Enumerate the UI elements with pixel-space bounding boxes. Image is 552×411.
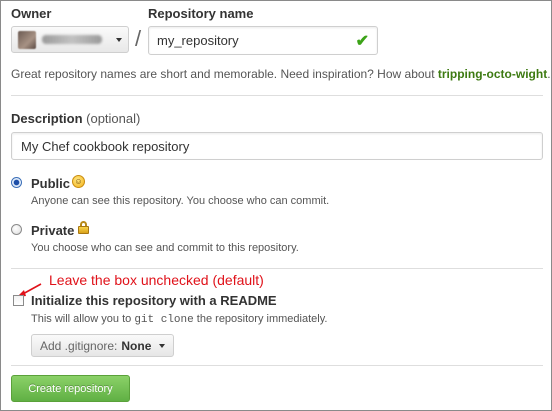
init-readme-label[interactable]: Initialize this repository with a README bbox=[31, 293, 277, 308]
public-radio[interactable] bbox=[11, 177, 22, 188]
init-readme-description: This will allow you to git clone the rep… bbox=[31, 313, 327, 326]
description-value: My Chef cookbook repository bbox=[21, 138, 190, 154]
owner-label: Owner bbox=[11, 6, 52, 21]
init-desc-text: This will allow you to bbox=[31, 313, 135, 325]
repository-name-value: my_repository bbox=[157, 33, 239, 48]
description-label: Description (optional) bbox=[11, 111, 140, 126]
private-description: You choose who can see and commit to thi… bbox=[31, 242, 299, 254]
gitignore-select[interactable]: Add .gitignore: None bbox=[31, 334, 174, 357]
repository-name-input[interactable]: my_repository ✔ bbox=[148, 26, 378, 55]
checkmark-icon: ✔ bbox=[355, 32, 369, 50]
gitignore-prefix: Add .gitignore: bbox=[40, 338, 118, 353]
suggested-name-link[interactable]: tripping-octo-wight bbox=[438, 67, 547, 81]
description-input[interactable]: My Chef cookbook repository bbox=[11, 132, 543, 160]
annotation-text: Leave the box unchecked (default) bbox=[49, 272, 264, 288]
description-label-text: Description bbox=[11, 111, 83, 126]
init-desc-text-end: the repository immediately. bbox=[193, 313, 328, 325]
owner-avatar bbox=[18, 30, 36, 49]
private-label[interactable]: Private bbox=[31, 223, 74, 238]
git-clone-code: git clone bbox=[134, 314, 194, 326]
divider bbox=[11, 95, 543, 96]
lock-icon bbox=[78, 221, 89, 234]
owner-name-redacted bbox=[42, 35, 102, 44]
gitignore-value: None bbox=[121, 338, 152, 353]
private-radio[interactable] bbox=[11, 224, 22, 235]
public-label[interactable]: Public bbox=[31, 176, 70, 191]
repository-name-hint: Great repository names are short and mem… bbox=[11, 67, 551, 81]
divider bbox=[11, 268, 543, 269]
create-repo-form: Owner / Repository name my_repository ✔ … bbox=[0, 0, 552, 411]
create-repository-button[interactable]: Create repository bbox=[11, 375, 130, 402]
divider bbox=[11, 365, 543, 366]
owner-repo-separator: / bbox=[135, 26, 142, 51]
chevron-down-icon bbox=[116, 37, 122, 42]
public-description: Anyone can see this repository. You choo… bbox=[31, 195, 330, 207]
hint-period: . bbox=[547, 67, 551, 81]
smiley-icon: ☺ bbox=[72, 175, 85, 188]
chevron-down-icon bbox=[159, 343, 165, 348]
init-readme-checkbox[interactable] bbox=[13, 295, 24, 306]
repository-name-label: Repository name bbox=[148, 6, 254, 21]
owner-select[interactable] bbox=[11, 26, 129, 53]
hint-text: Great repository names are short and mem… bbox=[11, 67, 438, 81]
description-optional-text: (optional) bbox=[86, 111, 141, 126]
